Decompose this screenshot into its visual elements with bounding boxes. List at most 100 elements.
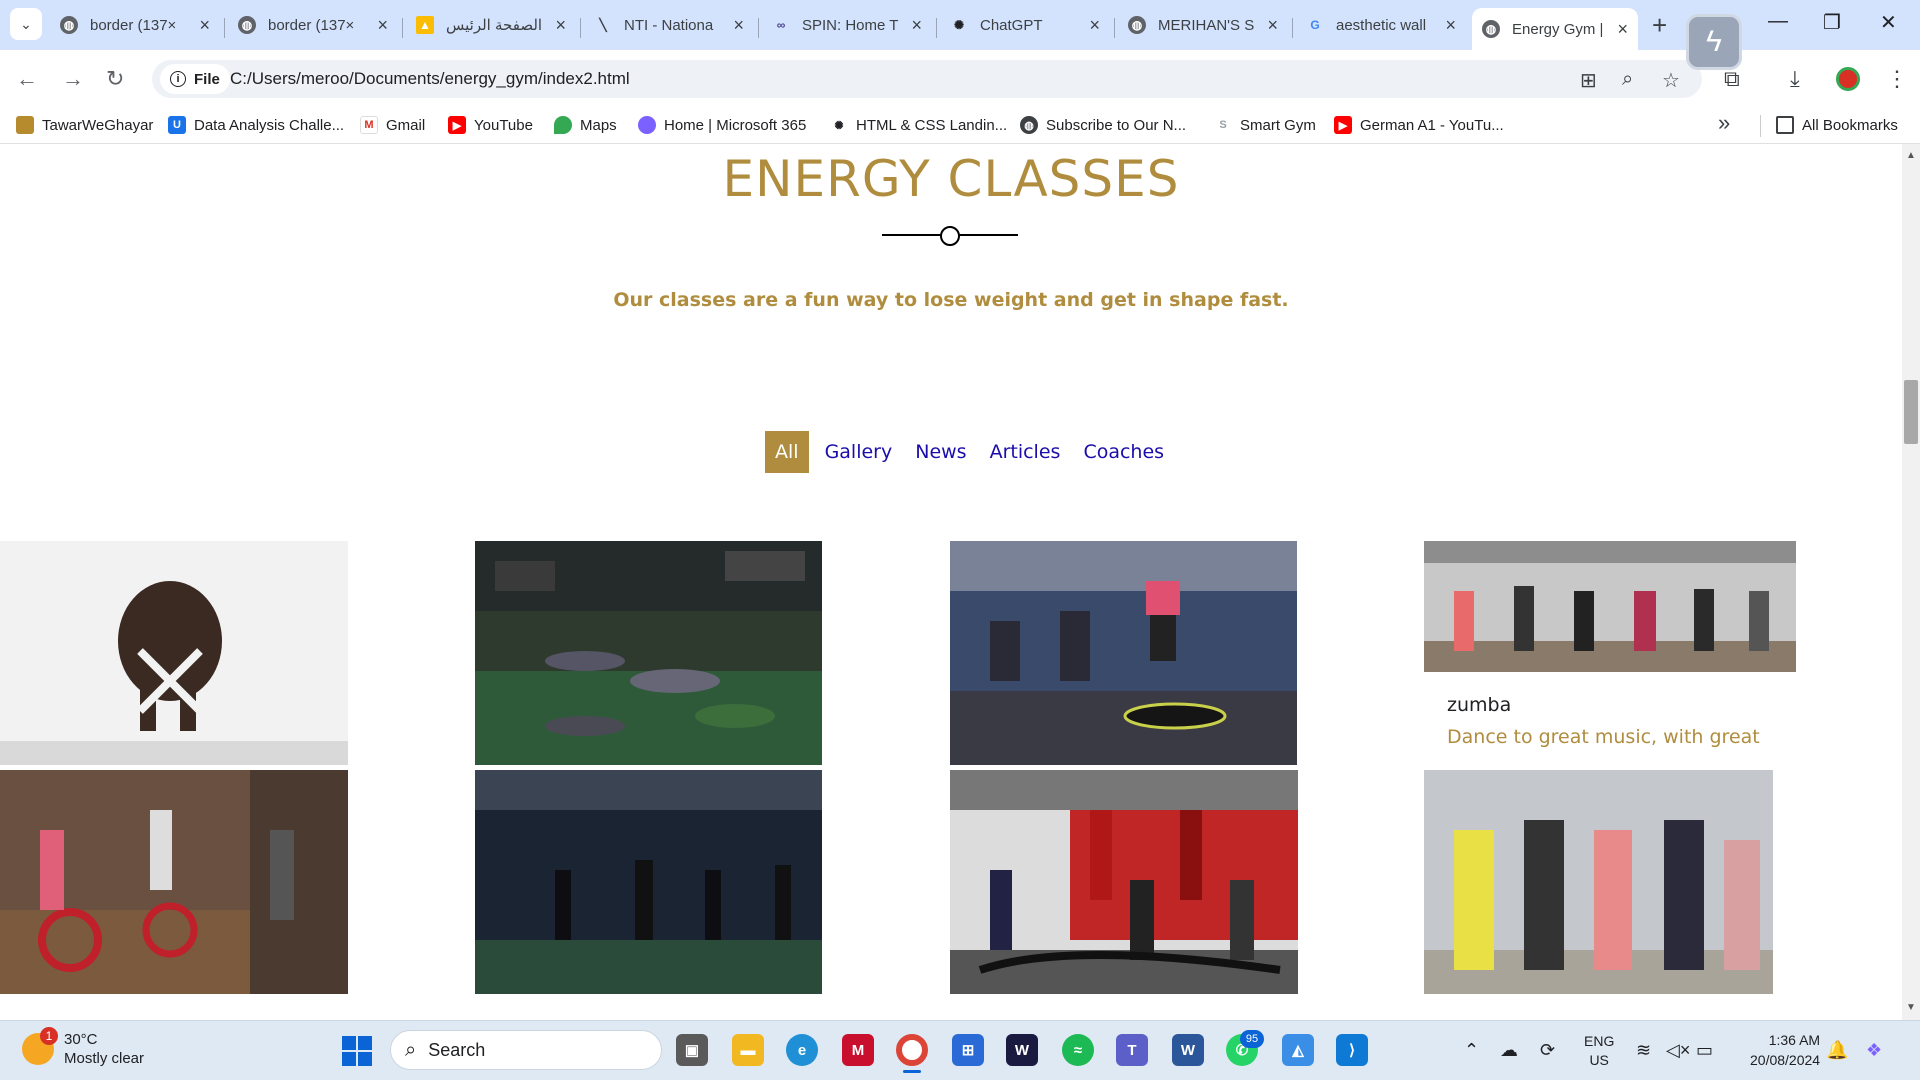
- chevron-up-icon[interactable]: ⌃: [1464, 1040, 1479, 1061]
- filter-all[interactable]: All: [765, 431, 809, 473]
- windows-start-icon[interactable]: [342, 1036, 372, 1066]
- class-card[interactable]: [1424, 541, 1796, 672]
- class-card[interactable]: [475, 541, 822, 765]
- filter-gallery[interactable]: Gallery: [825, 441, 893, 463]
- bookmarks-bar: TawarWeGhayar U Data Analysis Challe... …: [0, 108, 1920, 144]
- teams-icon[interactable]: T: [1116, 1034, 1148, 1066]
- forward-arrow-icon[interactable]: →: [62, 66, 84, 92]
- tab-4[interactable]: ╲ NTI - Nationa ×: [584, 8, 754, 42]
- bookmark-youtube[interactable]: ▶ YouTube: [448, 116, 533, 134]
- volume-muted-icon[interactable]: ◁×: [1666, 1040, 1690, 1061]
- scroll-down-arrow-icon[interactable]: ▼: [1906, 1002, 1916, 1013]
- class-card[interactable]: [0, 770, 348, 994]
- bookmark-html-css[interactable]: ✺ HTML & CSS Landin...: [830, 116, 1007, 134]
- webex-icon[interactable]: W: [1006, 1034, 1038, 1066]
- weather-temp: 30°C: [64, 1031, 98, 1048]
- site-info-chip[interactable]: i File: [160, 64, 230, 94]
- address-bar[interactable]: i File C:/Users/meroo/Documents/energy_g…: [152, 60, 1702, 98]
- scrollbar-thumb[interactable]: [1904, 380, 1918, 444]
- tab-2[interactable]: ◍ border (137× ×: [228, 8, 398, 42]
- system-clock[interactable]: 1:36 AM 20/08/2024: [1750, 1030, 1820, 1070]
- filter-articles[interactable]: Articles: [990, 441, 1061, 463]
- close-icon[interactable]: ×: [1617, 19, 1628, 40]
- close-icon[interactable]: ×: [1445, 15, 1456, 36]
- edge-icon[interactable]: e: [786, 1034, 818, 1066]
- class-card[interactable]: [950, 541, 1297, 765]
- all-bookmarks-folder[interactable]: All Bookmarks: [1776, 116, 1898, 134]
- close-icon[interactable]: ×: [1089, 15, 1100, 36]
- wifi-icon[interactable]: ≋: [1636, 1040, 1651, 1061]
- tab-8[interactable]: G aesthetic wall ×: [1296, 8, 1466, 42]
- copilot-icon[interactable]: ❖: [1866, 1040, 1882, 1061]
- mcafee-icon[interactable]: M: [842, 1034, 874, 1066]
- bookmark-subscribe[interactable]: ◍ Subscribe to Our N...: [1020, 116, 1186, 134]
- new-tab-plus-icon[interactable]: +: [1652, 10, 1667, 41]
- vscode-icon[interactable]: ⟩: [1336, 1034, 1368, 1066]
- tab-search-button[interactable]: ⌄: [10, 8, 42, 40]
- bookmark-smart-gym[interactable]: S Smart Gym: [1214, 116, 1316, 134]
- star-bookmark-icon[interactable]: ☆: [1662, 68, 1680, 93]
- url-text[interactable]: C:/Users/meroo/Documents/energy_gym/inde…: [230, 69, 630, 89]
- boxing-gym-photo: [950, 770, 1298, 994]
- page-scrollbar[interactable]: [1902, 144, 1920, 1020]
- close-icon[interactable]: ×: [199, 15, 210, 36]
- tab-energy-gym-active[interactable]: ◍ Energy Gym | ×: [1472, 8, 1638, 50]
- bookmark-tawarweghayar[interactable]: TawarWeGhayar: [16, 116, 153, 134]
- filter-coaches[interactable]: Coaches: [1083, 441, 1164, 463]
- profile-avatar-icon[interactable]: [1836, 67, 1860, 91]
- notification-bell-icon[interactable]: 🔔: [1826, 1040, 1848, 1061]
- translate-icon[interactable]: ⊞: [1580, 68, 1597, 93]
- close-icon[interactable]: ×: [911, 15, 922, 36]
- word-icon[interactable]: W: [1172, 1034, 1204, 1066]
- class-card[interactable]: [0, 541, 348, 765]
- close-icon[interactable]: ×: [377, 15, 388, 36]
- file-explorer-icon[interactable]: ▬: [732, 1034, 764, 1066]
- tab-7[interactable]: ◍ MERIHAN'S S ×: [1118, 8, 1288, 42]
- back-arrow-icon[interactable]: ←: [16, 66, 38, 92]
- battery-icon[interactable]: ▭: [1696, 1040, 1713, 1061]
- globe-icon: ◍: [238, 16, 256, 34]
- download-icon[interactable]: ⤓: [1790, 66, 1800, 92]
- drive-icon: ▲: [416, 16, 434, 34]
- youtube-icon: ▶: [448, 116, 466, 134]
- bookmark-maps[interactable]: Maps: [554, 116, 617, 134]
- taskbar-search[interactable]: ⌕ Search: [390, 1030, 662, 1070]
- bookmark-gmail[interactable]: M Gmail: [360, 116, 425, 134]
- photos-icon[interactable]: ◭: [1282, 1034, 1314, 1066]
- close-icon[interactable]: ×: [555, 15, 566, 36]
- filter-news[interactable]: News: [915, 441, 966, 463]
- class-card[interactable]: [475, 770, 822, 994]
- task-view-icon[interactable]: ▣: [676, 1034, 708, 1066]
- weather-widget[interactable]: 1 30°C Mostly clear: [22, 1027, 145, 1068]
- tab-1[interactable]: ◍ border (137× ×: [50, 8, 220, 42]
- tab-3[interactable]: ▲ الصفحة الرئيس ×: [406, 8, 576, 42]
- reload-icon[interactable]: ↻: [106, 66, 124, 92]
- minimize-icon[interactable]: —: [1768, 10, 1788, 33]
- spotify-icon[interactable]: ≈: [1062, 1034, 1094, 1066]
- menu-kebab-icon[interactable]: ⋮: [1886, 66, 1908, 92]
- bookmark-microsoft-365[interactable]: Home | Microsoft 365: [638, 116, 806, 134]
- page-title: ENERGY CLASSES: [722, 150, 1180, 208]
- chrome-icon[interactable]: [896, 1034, 928, 1066]
- chevron-double-right-icon[interactable]: »: [1718, 110, 1730, 136]
- bookmark-data-analysis[interactable]: U Data Analysis Challe...: [168, 116, 344, 134]
- floating-extension-icon[interactable]: ϟ: [1686, 14, 1742, 70]
- trampoline-class-photo: [950, 541, 1297, 765]
- onedrive-icon[interactable]: ☁: [1500, 1040, 1518, 1061]
- class-card[interactable]: [1424, 770, 1773, 994]
- sync-icon[interactable]: ⟳: [1540, 1040, 1555, 1061]
- close-icon[interactable]: ×: [1267, 15, 1278, 36]
- bookmark-german-a1[interactable]: ▶ German A1 - YouTu...: [1334, 116, 1504, 134]
- zoom-icon[interactable]: ⌕: [1622, 68, 1633, 91]
- language-indicator[interactable]: ENG US: [1584, 1032, 1614, 1070]
- class-card[interactable]: [950, 770, 1298, 994]
- scroll-up-arrow-icon[interactable]: ▲: [1906, 150, 1916, 161]
- tab-5[interactable]: ∞ SPIN: Home T ×: [762, 8, 932, 42]
- weather-condition: Mostly clear: [64, 1050, 145, 1067]
- microsoft-store-icon[interactable]: ⊞: [952, 1034, 984, 1066]
- close-window-icon[interactable]: ✕: [1880, 10, 1897, 35]
- tab-6[interactable]: ✺ ChatGPT ×: [940, 8, 1110, 42]
- restore-icon[interactable]: ❐: [1823, 10, 1841, 35]
- card-title-zumba: zumba: [1447, 694, 1512, 716]
- close-icon[interactable]: ×: [733, 15, 744, 36]
